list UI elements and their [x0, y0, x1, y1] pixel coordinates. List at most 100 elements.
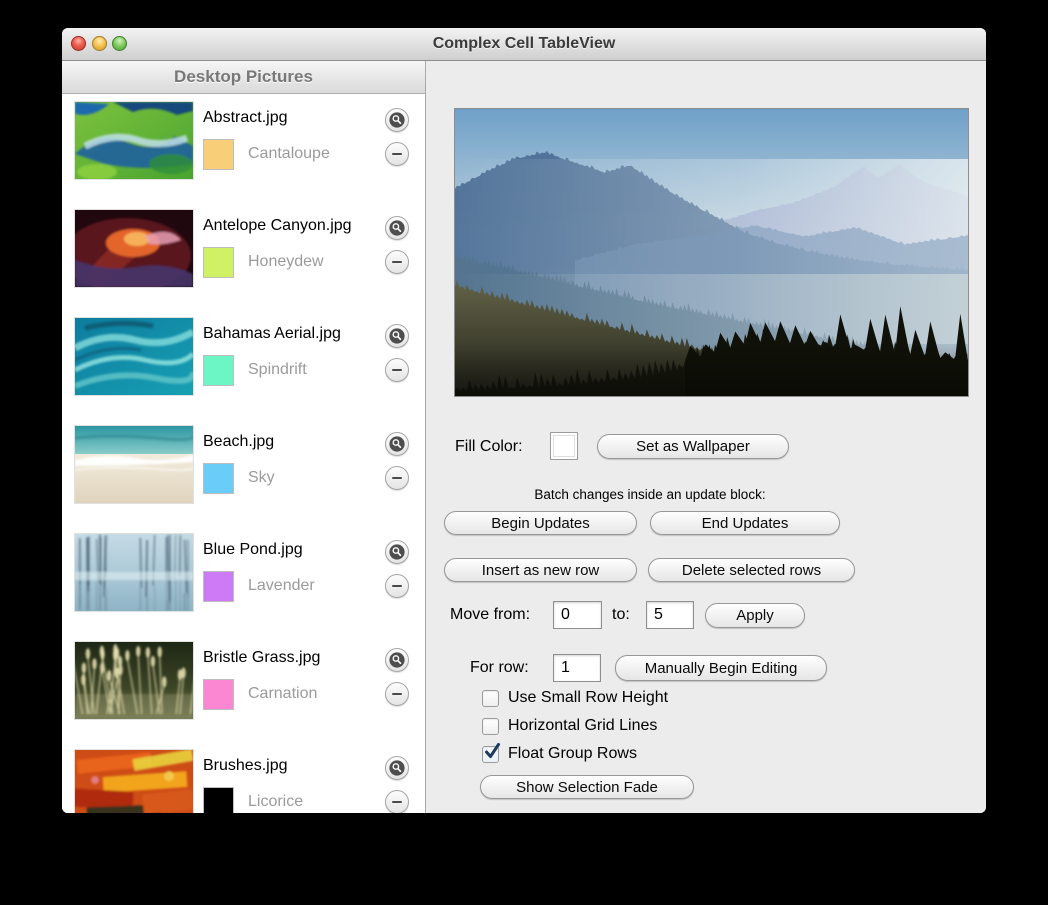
end-updates-button[interactable]: End Updates: [650, 511, 840, 535]
table-row[interactable]: Abstract.jpg Cantaloupe: [62, 94, 425, 202]
table-row[interactable]: Beach.jpg Sky: [62, 418, 425, 526]
manual-edit-button[interactable]: Manually Begin Editing: [615, 655, 827, 681]
picture-name: Blue Pond.jpg: [203, 541, 303, 558]
picture-name: Brushes.jpg: [203, 757, 288, 774]
close-button[interactable]: [71, 36, 86, 51]
magnifier-button[interactable]: [385, 432, 409, 456]
minus-icon: [392, 153, 402, 155]
thumbnail-image: [75, 102, 193, 179]
magnifier-button[interactable]: [385, 756, 409, 780]
show-fade-button[interactable]: Show Selection Fade: [480, 775, 694, 799]
minimize-button[interactable]: [91, 36, 107, 51]
color-swatch[interactable]: [203, 571, 234, 602]
magnifier-button[interactable]: [385, 648, 409, 672]
thumbnail-image: [75, 642, 193, 719]
color-swatch[interactable]: [203, 139, 234, 170]
remove-row-button[interactable]: [385, 574, 409, 598]
insert-row-button[interactable]: Insert as new row: [444, 558, 637, 582]
minus-icon: [392, 369, 402, 371]
color-name: Licorice: [248, 793, 304, 810]
color-name: Cantaloupe: [248, 145, 330, 162]
color-name: Honeydew: [248, 253, 324, 270]
color-name: Carnation: [248, 685, 318, 702]
checkbox-label: Use Small Row Height: [508, 689, 669, 706]
color-swatch[interactable]: [203, 355, 234, 386]
table-row[interactable]: Blue Pond.jpg Lavender: [62, 526, 425, 634]
picture-name: Beach.jpg: [203, 433, 275, 450]
small-row-height-option[interactable]: Use Small Row Height: [482, 689, 668, 707]
delete-rows-button[interactable]: Delete selected rows: [648, 558, 855, 582]
magnifier-icon: [389, 112, 405, 128]
move-from-label: Move from:: [450, 606, 531, 623]
magnifier-icon: [389, 328, 405, 344]
magnifier-button[interactable]: [385, 324, 409, 348]
fill-color-well[interactable]: [550, 432, 578, 460]
move-from-input[interactable]: [553, 601, 602, 629]
color-name: Lavender: [248, 577, 315, 594]
thumbnail-image: [75, 426, 193, 503]
minus-icon: [392, 477, 402, 479]
batch-caption: Batch changes inside an update block:: [534, 487, 766, 502]
remove-row-button[interactable]: [385, 142, 409, 166]
magnifier-icon: [389, 436, 405, 452]
app-window: Complex Cell TableView Desktop Pictures …: [62, 28, 986, 813]
set-wallpaper-button[interactable]: Set as Wallpaper: [597, 434, 789, 459]
minus-icon: [392, 693, 402, 695]
color-swatch[interactable]: [203, 463, 234, 494]
pictures-list[interactable]: Abstract.jpg Cantaloupe Antelope Canyon.…: [62, 94, 425, 813]
controls-panel: Fill Color: Set as Wallpaper Batch chang…: [426, 61, 986, 813]
to-label: to:: [612, 606, 630, 623]
magnifier-icon: [389, 760, 405, 776]
picture-name: Bahamas Aerial.jpg: [203, 325, 341, 342]
table-row[interactable]: Bahamas Aerial.jpg Spindrift: [62, 310, 425, 418]
fill-color-label: Fill Color:: [455, 438, 523, 455]
remove-row-button[interactable]: [385, 250, 409, 274]
table-row[interactable]: Brushes.jpg Licorice: [62, 742, 425, 813]
pictures-table: Desktop Pictures Abstract.jpg Cantaloupe: [62, 61, 426, 813]
remove-row-button[interactable]: [385, 466, 409, 490]
horizontal-grid-option[interactable]: Horizontal Grid Lines: [482, 717, 657, 735]
thumbnail-image: [75, 210, 193, 287]
color-name: Spindrift: [248, 361, 307, 378]
minus-icon: [392, 585, 402, 587]
float-group-rows-checkbox[interactable]: [482, 742, 500, 763]
for-row-input[interactable]: [553, 654, 601, 682]
thumbnail-image: [75, 534, 193, 611]
thumbnail-image: [75, 750, 193, 813]
for-row-label: For row:: [470, 659, 529, 676]
picture-name: Abstract.jpg: [203, 109, 288, 126]
minus-icon: [392, 261, 402, 263]
apply-button[interactable]: Apply: [705, 603, 805, 628]
begin-updates-button[interactable]: Begin Updates: [444, 511, 637, 535]
remove-row-button[interactable]: [385, 790, 409, 813]
table-column-header: Desktop Pictures: [62, 61, 425, 94]
checkbox-label: Float Group Rows: [508, 745, 637, 762]
color-name: Sky: [248, 469, 275, 486]
picture-name: Antelope Canyon.jpg: [203, 217, 352, 234]
magnifier-icon: [389, 544, 405, 560]
float-group-rows-option[interactable]: Float Group Rows: [482, 742, 637, 763]
small-row-height-checkbox[interactable]: [482, 689, 499, 707]
magnifier-icon: [389, 652, 405, 668]
minus-icon: [392, 801, 402, 803]
horizontal-grid-checkbox[interactable]: [482, 717, 499, 735]
checkbox-label: Horizontal Grid Lines: [508, 717, 658, 734]
magnifier-button[interactable]: [385, 108, 409, 132]
picture-name: Bristle Grass.jpg: [203, 649, 321, 666]
table-row[interactable]: Bristle Grass.jpg Carnation: [62, 634, 425, 742]
remove-row-button[interactable]: [385, 682, 409, 706]
color-swatch[interactable]: [203, 787, 234, 813]
table-row[interactable]: Antelope Canyon.jpg Honeydew: [62, 202, 425, 310]
remove-row-button[interactable]: [385, 358, 409, 382]
color-swatch[interactable]: [203, 679, 234, 710]
checkmark-icon: [485, 742, 500, 758]
window-title: Complex Cell TableView: [432, 35, 616, 52]
magnifier-button[interactable]: [385, 216, 409, 240]
magnifier-icon: [389, 220, 405, 236]
preview-image: [455, 109, 968, 396]
move-to-input[interactable]: [646, 601, 694, 629]
zoom-button[interactable]: [112, 36, 127, 51]
color-swatch[interactable]: [203, 247, 234, 278]
title-bar[interactable]: Complex Cell TableView: [62, 28, 986, 61]
magnifier-button[interactable]: [385, 540, 409, 564]
